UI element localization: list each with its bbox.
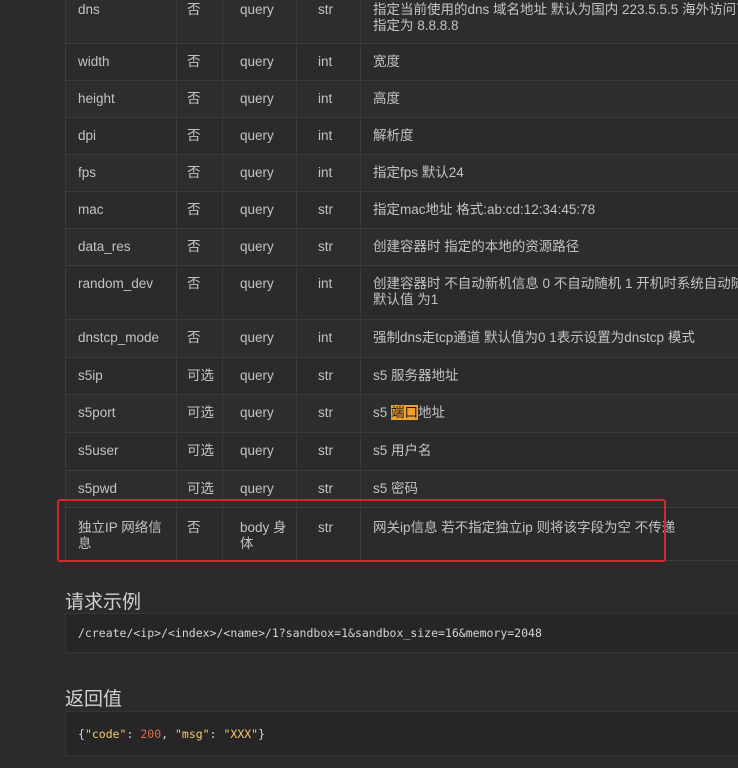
param-type: int xyxy=(318,91,333,106)
param-name: data_res xyxy=(78,239,131,254)
param-type: str xyxy=(318,368,333,383)
param-in: query xyxy=(240,2,274,17)
param-required: 可选 xyxy=(187,481,214,496)
param-name: fps xyxy=(78,165,97,180)
param-in: query xyxy=(240,481,274,496)
param-type: int xyxy=(318,330,333,345)
param-name: dns xyxy=(78,2,100,17)
param-required: 否 xyxy=(187,202,201,217)
param-required: 否 xyxy=(187,165,201,180)
param-required: 否 xyxy=(187,276,201,291)
param-required: 可选 xyxy=(187,368,214,383)
param-in: query xyxy=(240,239,274,254)
param-in: query xyxy=(240,202,274,217)
param-required: 否 xyxy=(187,128,201,143)
param-name: s5ip xyxy=(78,368,103,383)
table-row: data_res 否 query str 创建容器时 指定的本地的资源路径 xyxy=(66,229,738,266)
search-match-highlight: 端口 xyxy=(391,405,419,420)
table-row: random_dev 否 query int 创建容器时 不自动新机信息 0 不… xyxy=(66,266,738,320)
param-required: 否 xyxy=(187,54,201,69)
table-row: fps 否 query int 指定fps 默认24 xyxy=(66,155,738,192)
table-row: s5user 可选 query str s5 用户名 xyxy=(66,433,738,471)
param-in: query xyxy=(240,276,274,291)
param-name: mac xyxy=(78,202,104,217)
param-type: int xyxy=(318,54,333,69)
param-desc: s5 服务器地址 xyxy=(373,368,459,383)
param-required: 否 xyxy=(187,239,201,254)
param-desc: s5 端口地址 xyxy=(373,405,446,420)
column-divider xyxy=(296,0,297,561)
param-desc: 解析度 xyxy=(373,128,414,143)
table-row: dnstcp_mode 否 query int 强制dns走tcp通道 默认值为… xyxy=(66,320,738,358)
param-in: query xyxy=(240,54,274,69)
param-in: query xyxy=(240,91,274,106)
param-in: query xyxy=(240,405,274,420)
param-name: s5port xyxy=(78,405,116,420)
param-type: int xyxy=(318,276,333,291)
param-in: query xyxy=(240,165,274,180)
param-type: str xyxy=(318,202,333,217)
column-divider xyxy=(222,0,223,561)
param-type: str xyxy=(318,405,333,420)
param-desc: 指定当前使用的dns 域名地址 默认为国内 223.5.5.5 海外访问可以 指定… xyxy=(373,2,738,33)
table-row: width 否 query int 宽度 xyxy=(66,44,738,81)
param-type: str xyxy=(318,239,333,254)
param-desc: 指定fps 默认24 xyxy=(373,165,464,180)
column-divider xyxy=(176,0,177,561)
param-type: str xyxy=(318,443,333,458)
param-desc: 强制dns走tcp通道 默认值为0 1表示设置为dnstcp 模式 xyxy=(373,330,695,345)
annotation-red-box xyxy=(57,499,666,562)
param-name: random_dev xyxy=(78,276,154,291)
param-type: str xyxy=(318,2,333,17)
param-desc: s5 密码 xyxy=(373,481,419,496)
param-required: 可选 xyxy=(187,405,214,420)
param-required: 否 xyxy=(187,91,201,106)
column-divider xyxy=(360,0,361,561)
param-desc: 创建容器时 指定的本地的资源路径 xyxy=(373,239,580,254)
table-row: dns 否 query str 指定当前使用的dns 域名地址 默认为国内 22… xyxy=(66,0,738,44)
param-in: query xyxy=(240,368,274,383)
return-value-heading: 返回值 xyxy=(65,689,123,710)
param-in: query xyxy=(240,443,274,458)
table-row: s5port 可选 query str s5 端口地址 xyxy=(66,395,738,433)
param-name: dnstcp_mode xyxy=(78,330,160,345)
param-name: height xyxy=(78,91,115,106)
table-row: height 否 query int 高度 xyxy=(66,81,738,118)
param-name: dpi xyxy=(78,128,97,143)
param-desc: 创建容器时 不自动新机信息 0 不自动随机 1 开机时系统自动随机 默认值 为1 xyxy=(373,276,738,307)
params-table: dns 否 query str 指定当前使用的dns 域名地址 默认为国内 22… xyxy=(65,0,738,561)
param-desc: 宽度 xyxy=(373,54,400,69)
param-type: int xyxy=(318,165,333,180)
param-required: 可选 xyxy=(187,443,214,458)
param-desc: 高度 xyxy=(373,91,400,106)
param-name: s5pwd xyxy=(78,481,118,496)
param-required: 否 xyxy=(187,2,201,17)
request-example-code: /create/<ip>/<index>/<name>/1?sandbox=1&… xyxy=(65,613,738,653)
param-desc: 指定mac地址 格式:ab:cd:12:34:45:78 xyxy=(373,202,596,217)
param-name: width xyxy=(78,54,110,69)
table-row: dpi 否 query int 解析度 xyxy=(66,118,738,155)
param-name: s5user xyxy=(78,443,119,458)
param-required: 否 xyxy=(187,330,201,345)
param-in: query xyxy=(240,128,274,143)
table-row: s5ip 可选 query str s5 服务器地址 xyxy=(66,358,738,395)
table-row: mac 否 query str 指定mac地址 格式:ab:cd:12:34:4… xyxy=(66,192,738,229)
param-type: int xyxy=(318,128,333,143)
request-example-heading: 请求示例 xyxy=(65,592,142,613)
return-value-code: {"code": 200, "msg": "XXX"} xyxy=(65,711,738,756)
param-in: query xyxy=(240,330,274,345)
param-desc: s5 用户名 xyxy=(373,443,432,458)
param-type: str xyxy=(318,481,333,496)
